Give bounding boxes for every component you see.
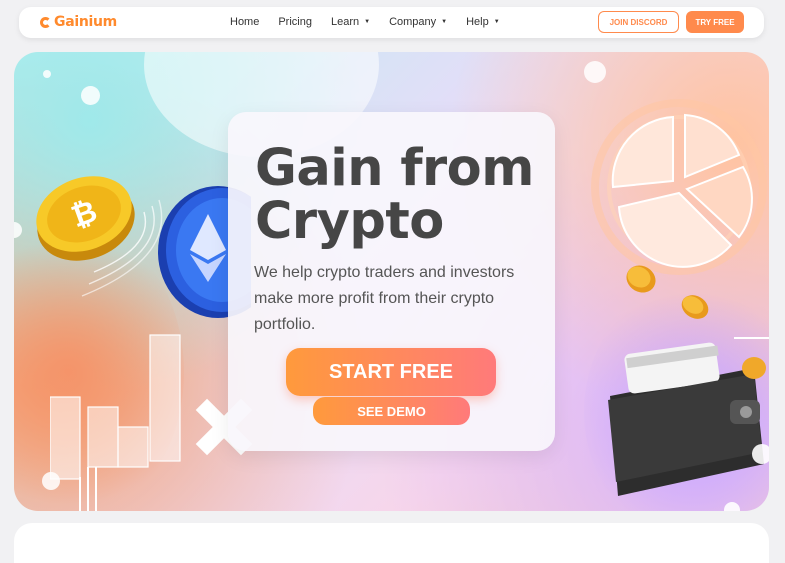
hero-title-line1: Gain from (255, 139, 534, 198)
nav-learn-label: Learn (330, 16, 360, 28)
hero-section: ₿ Gain from Crypto We help crypto trader… (14, 52, 769, 511)
next-section-panel (14, 523, 769, 563)
gainium-logo-icon (40, 16, 51, 28)
bitcoin-coin-icon: ₿ (36, 176, 163, 297)
join-discord-button[interactable]: JOIN DISCORD (598, 11, 679, 33)
decor-bubble (81, 86, 100, 105)
nav-help[interactable]: Help ▼ (466, 16, 500, 28)
nav-help-label: Help (466, 16, 489, 28)
wallet-icon (608, 337, 769, 496)
nav-menu: Home Pricing Learn ▼ Company ▼ Help ▼ (230, 16, 519, 28)
nav-company[interactable]: Company ▼ (389, 16, 447, 28)
start-free-button[interactable]: START FREE (286, 348, 496, 396)
nav-pricing-label: Pricing (278, 16, 312, 28)
nav-pricing[interactable]: Pricing (278, 16, 312, 28)
brand-name: Gainium (54, 14, 117, 30)
chevron-down-icon: ▼ (441, 19, 448, 25)
hero-title: Gain from Crypto (255, 142, 534, 248)
decor-bubble (724, 502, 740, 511)
nav-home-label: Home (230, 16, 260, 28)
gold-coins (626, 265, 709, 319)
see-demo-button[interactable]: SEE DEMO (313, 397, 470, 425)
decor-bubble (43, 70, 51, 78)
chevron-down-icon: ▼ (493, 19, 500, 25)
top-navbar: Gainium Home Pricing Learn ▼ Company ▼ Hel… (19, 7, 764, 38)
decor-bubble (584, 61, 606, 83)
hero-title-line2: Crypto (255, 192, 444, 251)
nav-home[interactable]: Home (230, 16, 259, 28)
nav-company-label: Company (389, 16, 437, 28)
hero-subtitle: We help crypto traders and investors mak… (254, 264, 515, 333)
glass-bar-chart (50, 334, 181, 511)
chevron-down-icon: ▼ (364, 19, 371, 25)
try-free-button[interactable]: TRY FREE (686, 11, 744, 33)
hero-card: Gain from Crypto We help crypto traders … (228, 112, 555, 451)
nav-learn[interactable]: Learn ▼ (331, 16, 370, 28)
brand-logo[interactable]: Gainium (40, 14, 117, 30)
decor-bubble (752, 444, 769, 464)
pie-chart (591, 99, 767, 275)
